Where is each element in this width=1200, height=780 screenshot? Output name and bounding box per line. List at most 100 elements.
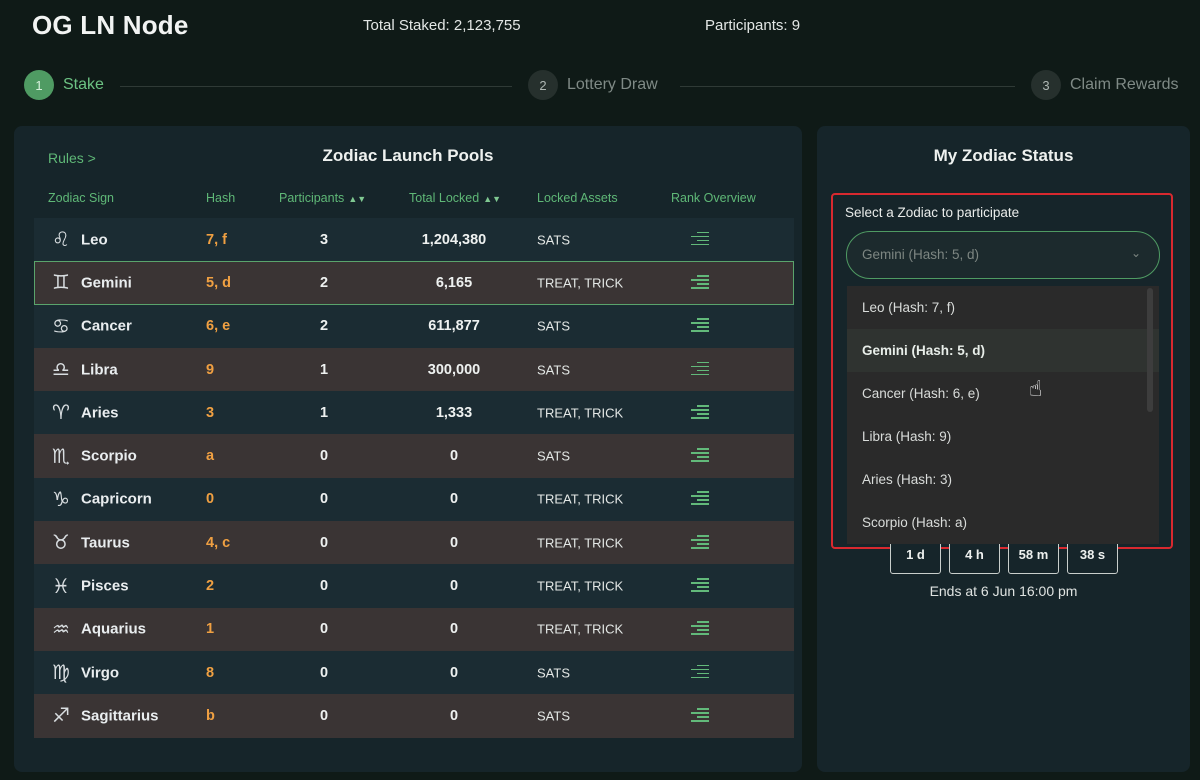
rank-overview-icon[interactable] — [691, 361, 729, 378]
step-stake[interactable]: 1 Stake — [24, 70, 104, 100]
table-row[interactable]: ♒ Aquarius 1 0 0 TREAT, TRICK — [34, 607, 794, 651]
dropdown-option[interactable]: Leo (Hash: 7, f) — [847, 286, 1159, 329]
zodiac-name: Taurus — [81, 534, 130, 552]
zodiac-name: Sagittarius — [81, 707, 159, 725]
dropdown-option[interactable]: Cancer (Hash: 6, e) — [847, 372, 1159, 415]
col-total-locked[interactable]: Total Locked ▲▼ — [409, 191, 501, 205]
table-row[interactable]: ♈ Aries 3 1 1,333 TREAT, TRICK — [34, 391, 794, 435]
countdown: 1 d 4 h 58 m 38 s — [890, 540, 1118, 574]
table-row[interactable]: ♏ Scorpio a 0 0 SATS — [34, 434, 794, 478]
total-locked-value: 0 — [449, 491, 459, 508]
rank-overview-icon[interactable] — [691, 318, 729, 334]
rank-overview-icon[interactable] — [691, 621, 729, 637]
step-number: 3 — [1031, 70, 1061, 100]
total-locked-value: 611,877 — [428, 318, 480, 335]
locked-assets-value: TREAT, TRICK — [537, 578, 624, 594]
stepper: 1 Stake 2 Lottery Draw 3 Claim Rewards — [0, 66, 1200, 106]
rank-overview-icon[interactable] — [691, 448, 729, 464]
zodiac-status-panel: My Zodiac Status Select a Zodiac to part… — [817, 126, 1190, 772]
table-row[interactable]: ♎ Libra 9 1 300,000 SATS — [34, 347, 794, 392]
participants-value: 0 — [319, 448, 329, 465]
pools-table-body: ♌ Leo 7, f 3 1,204,380 SATS ♊ Gemini 5, d 2 6,165 T… — [34, 218, 794, 738]
rank-overview-icon[interactable] — [691, 578, 729, 594]
cancer-icon: ♋ — [52, 315, 70, 338]
dropdown-option[interactable]: Scorpio (Hash: a) — [847, 501, 1159, 544]
step-claim-rewards[interactable]: 3 Claim Rewards — [1031, 70, 1178, 100]
zodiac-name: Pisces — [81, 577, 129, 595]
zodiac-hash: 7, f — [206, 231, 227, 248]
participants-value: 1 — [319, 404, 329, 421]
pools-title: Zodiac Launch Pools — [322, 146, 494, 165]
sagittarius-icon: ♐ — [52, 705, 70, 728]
zodiac-hash: 9 — [206, 361, 215, 378]
locked-assets-value: TREAT, TRICK — [537, 621, 624, 637]
zodiac-name: Leo — [81, 231, 108, 249]
libra-icon: ♎ — [52, 359, 70, 382]
rank-overview-icon[interactable] — [691, 491, 729, 507]
locked-assets-value: SATS — [537, 665, 570, 681]
aquarius-icon: ♒ — [52, 618, 70, 641]
zodiac-name: Virgo — [81, 664, 120, 682]
zodiac-hash: 5, d — [206, 274, 231, 291]
status-title: My Zodiac Status — [933, 146, 1074, 165]
total-locked-value: 0 — [449, 534, 459, 551]
rank-overview-icon[interactable] — [691, 707, 729, 724]
rules-link[interactable]: Rules > — [48, 150, 96, 166]
total-locked-value: 1,333 — [435, 404, 473, 421]
table-row[interactable]: ♊ Gemini 5, d 2 6,165 TREAT, TRICK — [34, 261, 794, 305]
table-row[interactable]: ♋ Cancer 6, e 2 611,877 SATS — [34, 304, 794, 348]
step-lottery-draw[interactable]: 2 Lottery Draw — [528, 70, 658, 100]
col-participants-label: Participants — [279, 191, 345, 205]
table-row[interactable]: ♉ Taurus 4, c 0 0 TREAT, TRICK — [34, 521, 794, 565]
total-locked-value: 0 — [449, 707, 459, 724]
col-hash: Hash — [206, 191, 236, 205]
zodiac-name: Aries — [81, 404, 119, 422]
locked-assets-value: TREAT, TRICK — [537, 405, 624, 421]
zodiac-hash: b — [206, 707, 215, 724]
select-value: Gemini (Hash: 5, d) — [862, 247, 980, 262]
dropdown-option[interactable]: Aries (Hash: 3) — [847, 458, 1159, 501]
table-row[interactable]: ♑ Capricorn 0 0 0 TREAT, TRICK — [34, 477, 794, 522]
total-locked-value: 0 — [449, 621, 459, 638]
col-zodiac-sign: Zodiac Sign — [48, 191, 115, 205]
col-locked-assets: Locked Assets — [537, 191, 618, 205]
rank-overview-icon[interactable] — [691, 534, 729, 551]
zodiac-select[interactable]: Gemini (Hash: 5, d) ⌄ — [846, 231, 1160, 279]
step-connector — [120, 86, 512, 87]
step-number: 1 — [24, 70, 54, 100]
scorpio-icon: ♏ — [52, 445, 70, 468]
countdown-hours: 4 h — [949, 540, 1000, 574]
locked-assets-value: TREAT, TRICK — [537, 491, 624, 507]
step-label: Stake — [63, 76, 104, 93]
table-row[interactable]: ♍ Virgo 8 0 0 SATS — [34, 650, 794, 695]
dropdown-option[interactable]: Libra (Hash: 9) — [847, 415, 1159, 458]
locked-assets-value: SATS — [537, 708, 570, 724]
dropdown-scrollbar[interactable] — [1147, 288, 1153, 412]
rank-overview-icon[interactable] — [691, 231, 729, 248]
locked-assets-value: TREAT, TRICK — [537, 535, 624, 551]
zodiac-hash: 8 — [206, 664, 215, 681]
step-label: Claim Rewards — [1070, 76, 1179, 93]
table-row[interactable]: ♌ Leo 7, f 3 1,204,380 SATS — [34, 218, 794, 262]
countdown-minutes: 58 m — [1008, 540, 1059, 574]
zodiac-hash: 4, c — [206, 534, 231, 551]
step-number: 2 — [528, 70, 558, 100]
total-staked: Total Staked: 2,123,755 — [363, 17, 521, 34]
col-participants[interactable]: Participants ▲▼ — [279, 191, 366, 205]
header: OG LN Node Total Staked: 2,123,755 Parti… — [0, 0, 1200, 56]
zodiac-dropdown: Leo (Hash: 7, f) Gemini (Hash: 5, d) Cance… — [847, 286, 1159, 544]
ends-at: Ends at 6 Jun 16:00 pm — [929, 583, 1078, 599]
col-total-locked-label: Total Locked — [409, 191, 480, 205]
sort-icon: ▲▼ — [483, 194, 502, 204]
dropdown-option[interactable]: Gemini (Hash: 5, d) — [847, 329, 1159, 372]
leo-icon: ♌ — [52, 229, 70, 252]
rank-overview-icon[interactable] — [691, 664, 729, 681]
rank-overview-icon[interactable] — [691, 404, 729, 421]
table-row[interactable]: ♓ Pisces 2 0 0 TREAT, TRICK — [34, 564, 794, 608]
zodiac-name: Gemini — [81, 274, 132, 292]
participants-value: 0 — [319, 491, 329, 508]
table-row[interactable]: ♐ Sagittarius b 0 0 SATS — [34, 694, 794, 738]
taurus-icon: ♉ — [52, 532, 70, 555]
rank-overview-icon[interactable] — [691, 274, 729, 291]
sort-icon: ▲▼ — [348, 194, 367, 204]
